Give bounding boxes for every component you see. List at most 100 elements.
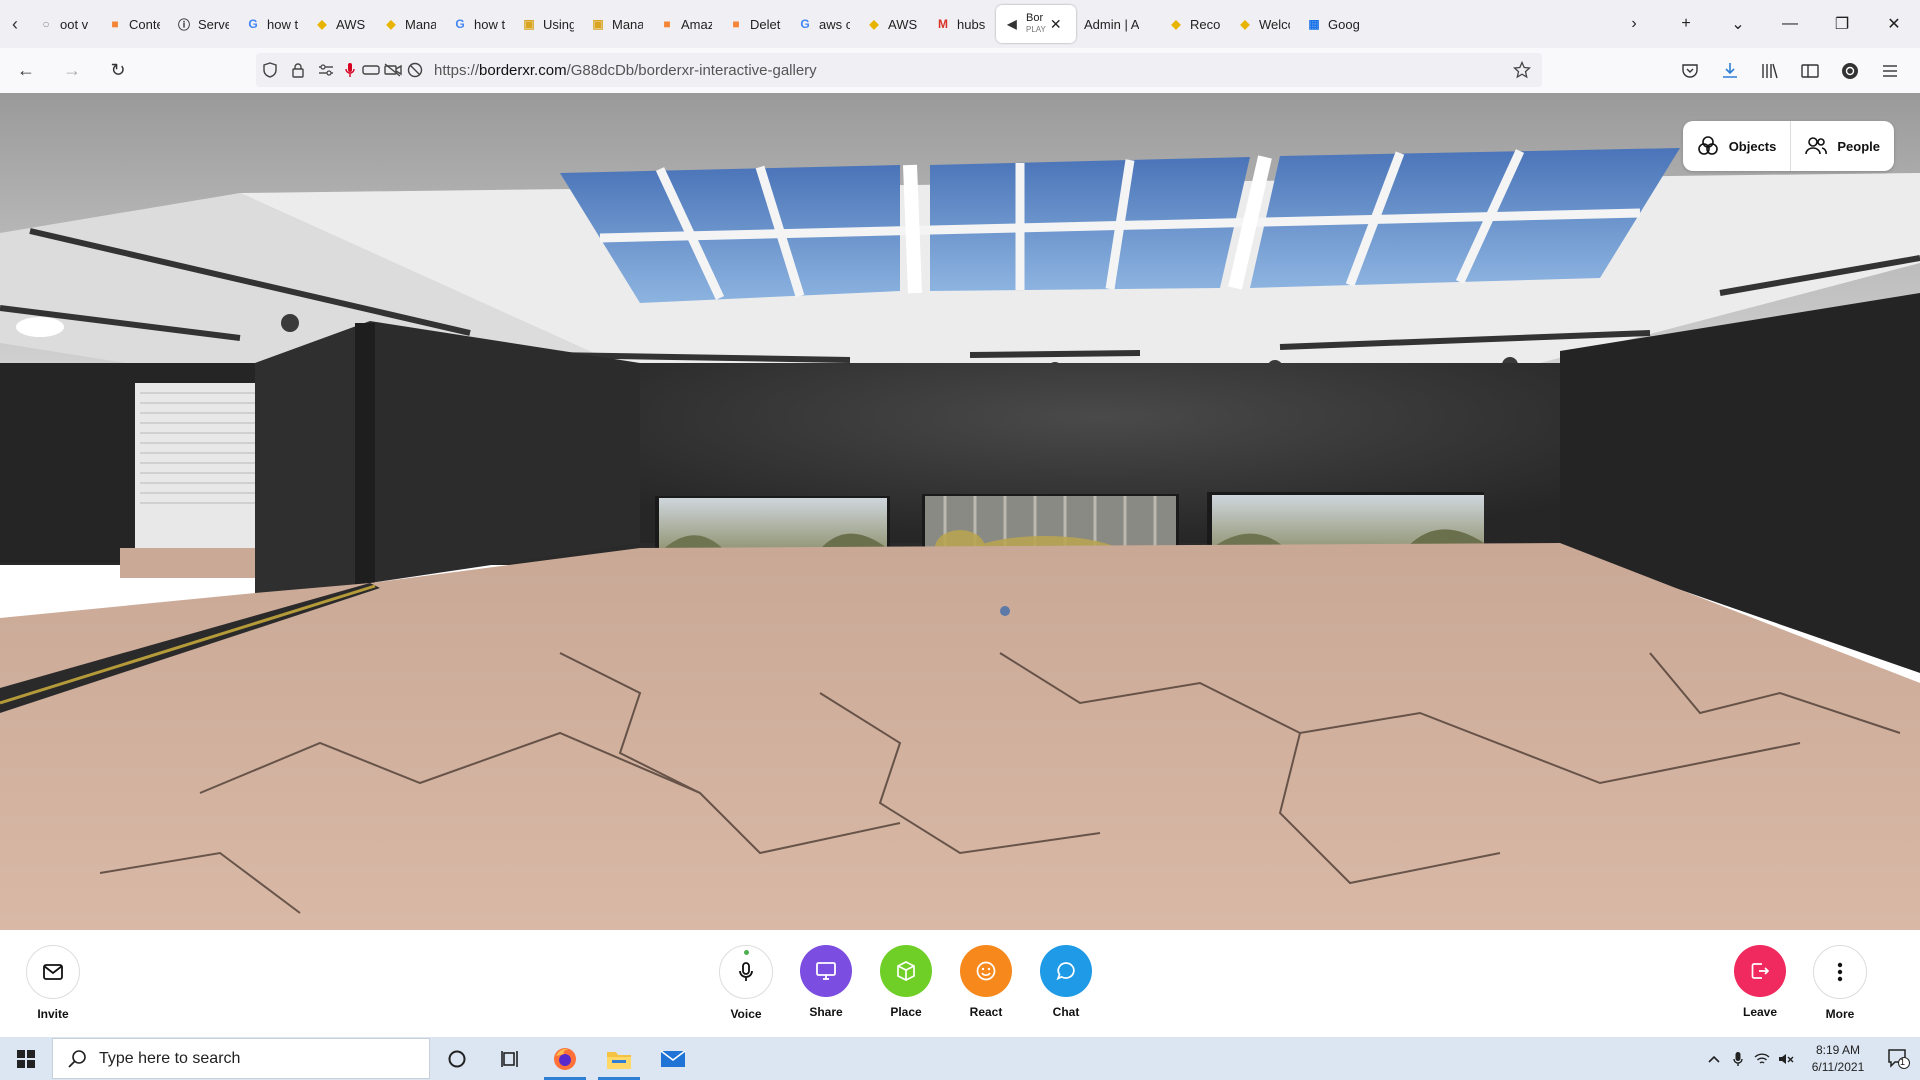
browser-tab[interactable]: Admin | A [1076, 5, 1160, 43]
close-window-button[interactable]: ✕ [1868, 0, 1920, 48]
file-explorer-taskbar-button[interactable] [592, 1037, 646, 1080]
objects-button[interactable]: Objects [1683, 121, 1791, 171]
browser-tab[interactable]: Ghow t [237, 5, 306, 43]
cortana-circle-icon [448, 1050, 466, 1067]
vr-headset-icon[interactable] [360, 64, 382, 76]
browser-tab[interactable]: ■ Conte [99, 5, 168, 43]
pocket-icon[interactable] [1670, 51, 1710, 91]
share-circle[interactable] [800, 945, 852, 997]
clock-date: 6/11/2021 [1811, 1059, 1865, 1074]
more-circle[interactable] [1813, 945, 1867, 999]
more-button[interactable]: More [1800, 945, 1880, 1021]
tab-label: Mana [612, 16, 643, 32]
menu-icon[interactable] [1870, 51, 1910, 91]
cortana-button[interactable] [430, 1037, 484, 1080]
autoplay-blocked-icon[interactable] [404, 62, 426, 78]
show-hidden-icons-button[interactable] [1702, 1037, 1726, 1080]
share-label: Share [809, 1005, 843, 1019]
clock-time: 8:19 AM [1815, 1042, 1861, 1057]
browser-tab[interactable]: ◆ Mana [375, 5, 444, 43]
browser-tab[interactable]: ◆ AWS T [858, 5, 927, 43]
list-all-tabs-button[interactable]: ⌄ [1712, 0, 1764, 48]
browser-tab[interactable]: ◆ Recor [1160, 5, 1229, 43]
sidebar-icon[interactable] [1790, 51, 1830, 91]
aws-box-icon: ■ [111, 17, 119, 31]
minimize-button[interactable]: — [1764, 0, 1816, 48]
voice-circle[interactable] [719, 945, 773, 999]
tab-scroll-left-button[interactable]: ‹ [0, 0, 30, 48]
place-circle[interactable] [880, 945, 932, 997]
downloads-icon[interactable] [1710, 51, 1750, 91]
browser-tab[interactable]: ▦ Googl [1298, 5, 1367, 43]
voice-button[interactable]: Voice [706, 945, 786, 1021]
react-button[interactable]: React [946, 945, 1026, 1019]
invite-button[interactable]: Invite [13, 945, 93, 1021]
active-tab-status: PLAY [1026, 25, 1046, 34]
leave-circle[interactable] [1734, 945, 1786, 997]
leave-button[interactable]: Leave [1720, 945, 1800, 1019]
browser-tab[interactable]: ◆ AWS T [306, 5, 375, 43]
browser-tab[interactable]: ⓘ Server [168, 5, 237, 43]
browser-tab[interactable]: Gaws c [789, 5, 858, 43]
react-circle[interactable] [960, 945, 1012, 997]
duck-icon: ◆ [386, 17, 396, 31]
chat-circle[interactable] [1040, 945, 1092, 997]
back-button[interactable]: ← [6, 51, 46, 91]
clock[interactable]: 8:19 AM 6/11/2021 [1798, 1042, 1878, 1076]
notification-icon [1888, 1048, 1910, 1069]
mail-taskbar-button[interactable] [646, 1037, 700, 1080]
browser-tab[interactable]: Ghow t [444, 5, 513, 43]
active-browser-tab[interactable]: ◀ Bor PLAY ✕ [996, 5, 1076, 43]
task-view-button[interactable] [484, 1037, 538, 1080]
firefox-taskbar-button[interactable] [538, 1037, 592, 1080]
new-tab-button[interactable]: + [1660, 0, 1712, 48]
navigation-bar: ← → ↻ https://borderxr.com/G88dcDb/borde… [0, 48, 1920, 94]
share-button[interactable]: Share [786, 945, 866, 1019]
forward-button[interactable]: → [52, 51, 92, 91]
place-button[interactable]: Place [866, 945, 946, 1019]
taskbar-search-box[interactable]: Type here to search [52, 1038, 430, 1079]
account-icon[interactable] [1830, 51, 1870, 91]
microphone-in-use-button[interactable] [1726, 1037, 1750, 1080]
bookmark-star-icon[interactable] [1508, 61, 1536, 79]
close-tab-icon[interactable]: ✕ [1050, 16, 1062, 33]
tab-label: oot v [60, 16, 89, 32]
folder-icon [607, 1051, 631, 1069]
people-button[interactable]: People [1791, 121, 1894, 171]
reload-button[interactable]: ↻ [98, 51, 138, 91]
lock-icon[interactable] [284, 62, 312, 78]
virtual-gallery-viewport[interactable]: Objects People [0, 93, 1920, 930]
microphone-active-icon[interactable] [340, 62, 360, 78]
browser-tab[interactable]: ○ oot v [30, 5, 99, 43]
active-tab-label: Bor PLAY [1026, 13, 1046, 35]
volume-button[interactable] [1774, 1037, 1798, 1080]
browser-tab[interactable]: ■ Amaz [651, 5, 720, 43]
start-button[interactable] [0, 1037, 52, 1080]
camera-blocked-icon[interactable] [382, 63, 404, 77]
browser-tab[interactable]: ■ Delete [720, 5, 789, 43]
chat-button[interactable]: Chat [1026, 945, 1106, 1019]
browser-tab[interactable]: ▣ Using [513, 5, 582, 43]
shield-icon[interactable] [256, 62, 284, 78]
invite-circle[interactable] [26, 945, 80, 999]
url-text[interactable]: https://borderxr.com/G88dcDb/borderxr-in… [434, 62, 817, 79]
tab-label: Welco [1259, 16, 1290, 32]
people-label: People [1837, 138, 1880, 154]
gallery-scene [0, 93, 1920, 930]
network-button[interactable] [1750, 1037, 1774, 1080]
restore-button[interactable]: ❐ [1816, 0, 1868, 48]
mail-icon [660, 1049, 686, 1067]
browser-tab[interactable]: Mhubs [927, 5, 996, 43]
tab-scroll-right-button[interactable]: › [1608, 0, 1660, 48]
url-path: /G88dcDb/borderxr-interactive-gallery [566, 61, 817, 79]
library-icon[interactable] [1750, 51, 1790, 91]
browser-tab[interactable]: ▣ Mana [582, 5, 651, 43]
url-bar[interactable]: https://borderxr.com/G88dcDb/borderxr-in… [256, 53, 1542, 87]
permissions-icon[interactable] [312, 64, 340, 76]
box-icon: ▣ [523, 17, 535, 31]
tab-label: Amaz [681, 16, 712, 32]
browser-tab[interactable]: ◆ Welco [1229, 5, 1298, 43]
people-icon [1805, 137, 1828, 155]
notification-center-button[interactable]: 1 [1878, 1037, 1920, 1080]
wifi-icon [1754, 1052, 1770, 1064]
